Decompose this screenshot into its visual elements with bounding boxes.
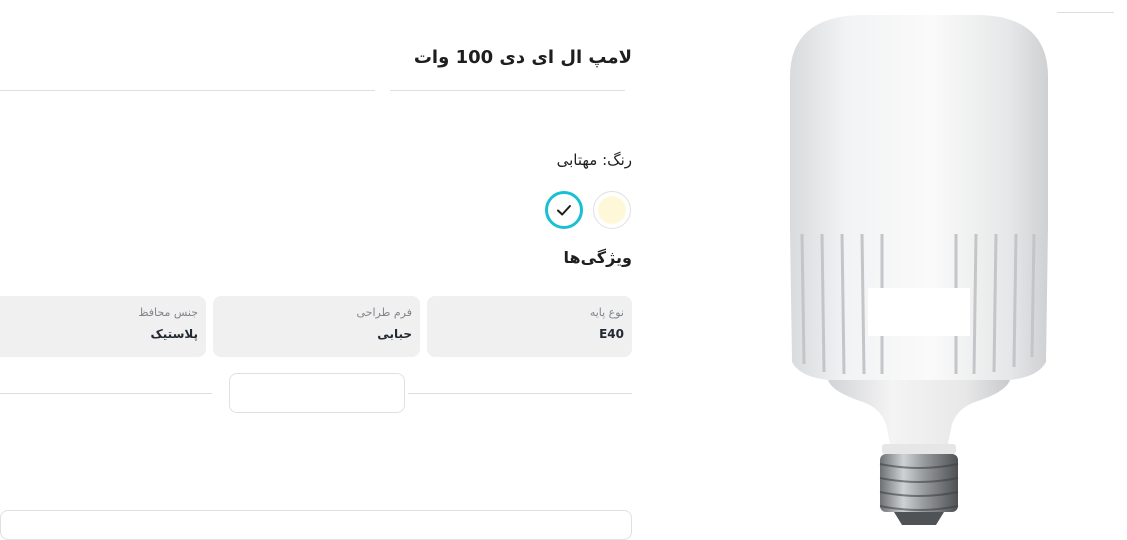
more-specs-button[interactable] (229, 373, 405, 413)
swatch-fill (598, 196, 626, 224)
spec-value: حبابی (377, 327, 412, 341)
color-swatch-cool[interactable] (545, 191, 583, 229)
check-icon (557, 205, 571, 216)
spec-card-base-type: نوع پایه E40 (427, 296, 632, 357)
features-title: ویژگی‌ها (563, 248, 633, 267)
spec-card-cover-material: جنس محافظ پلاستیک (0, 296, 206, 357)
spec-card-design-form: فرم طراحی حبابی (213, 296, 420, 357)
product-image[interactable] (770, 12, 1070, 527)
spec-value: E40 (599, 327, 624, 341)
bottom-panel (0, 510, 632, 540)
divider-lower-left (0, 393, 212, 394)
product-title: لامپ ال ای دی 100 وات (413, 47, 632, 68)
divider-right (390, 90, 625, 91)
color-swatch-warm[interactable] (593, 191, 631, 229)
divider-left (0, 90, 375, 91)
spec-value: پلاستیک (150, 327, 198, 341)
divider-lower-right (408, 393, 632, 394)
color-label: رنگ: مهتابی (556, 151, 632, 169)
spec-key: جنس محافظ (138, 306, 198, 319)
spec-key: نوع پایه (589, 306, 624, 319)
spec-key: فرم طراحی (356, 306, 412, 319)
